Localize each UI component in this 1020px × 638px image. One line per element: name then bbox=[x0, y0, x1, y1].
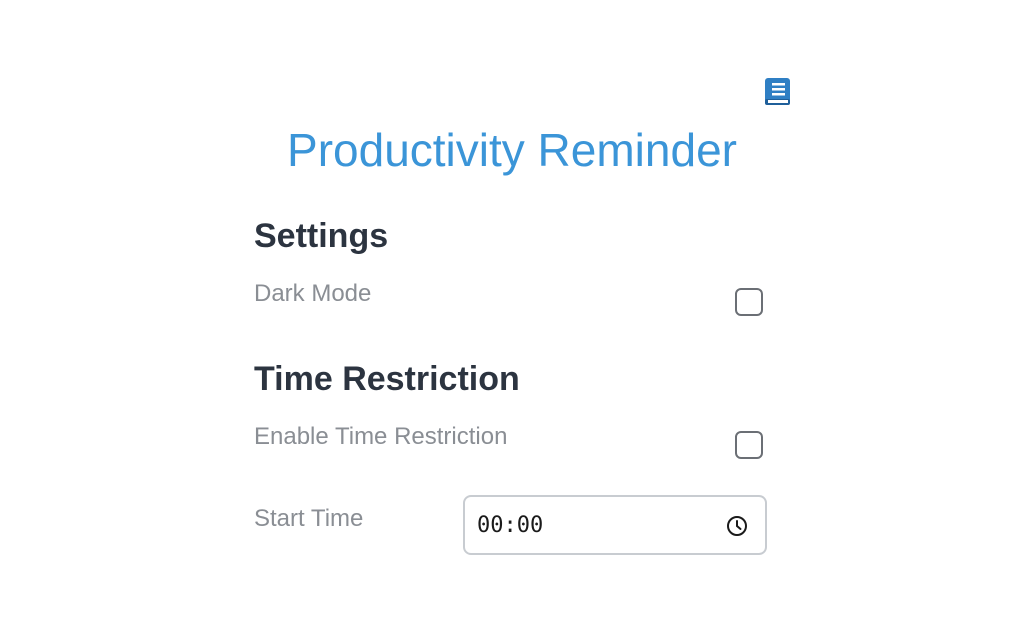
dark-mode-label: Dark Mode bbox=[254, 280, 372, 307]
book-icon bbox=[765, 78, 790, 105]
enable-time-restriction-checkbox[interactable] bbox=[735, 431, 763, 459]
app-title: Productivity Reminder bbox=[287, 124, 737, 176]
time-restriction-heading: Time Restriction bbox=[254, 360, 520, 398]
start-time-input[interactable]: 00:00 bbox=[463, 495, 767, 555]
clock-icon[interactable] bbox=[725, 514, 749, 538]
settings-panel: Productivity Reminder Settings Dark Mode… bbox=[254, 70, 790, 570]
start-time-label: Start Time bbox=[254, 505, 364, 532]
start-time-value: 00:00 bbox=[477, 513, 544, 538]
enable-time-restriction-label: Enable Time Restriction bbox=[254, 423, 508, 450]
settings-heading: Settings bbox=[254, 217, 389, 255]
dark-mode-checkbox[interactable] bbox=[735, 288, 763, 316]
